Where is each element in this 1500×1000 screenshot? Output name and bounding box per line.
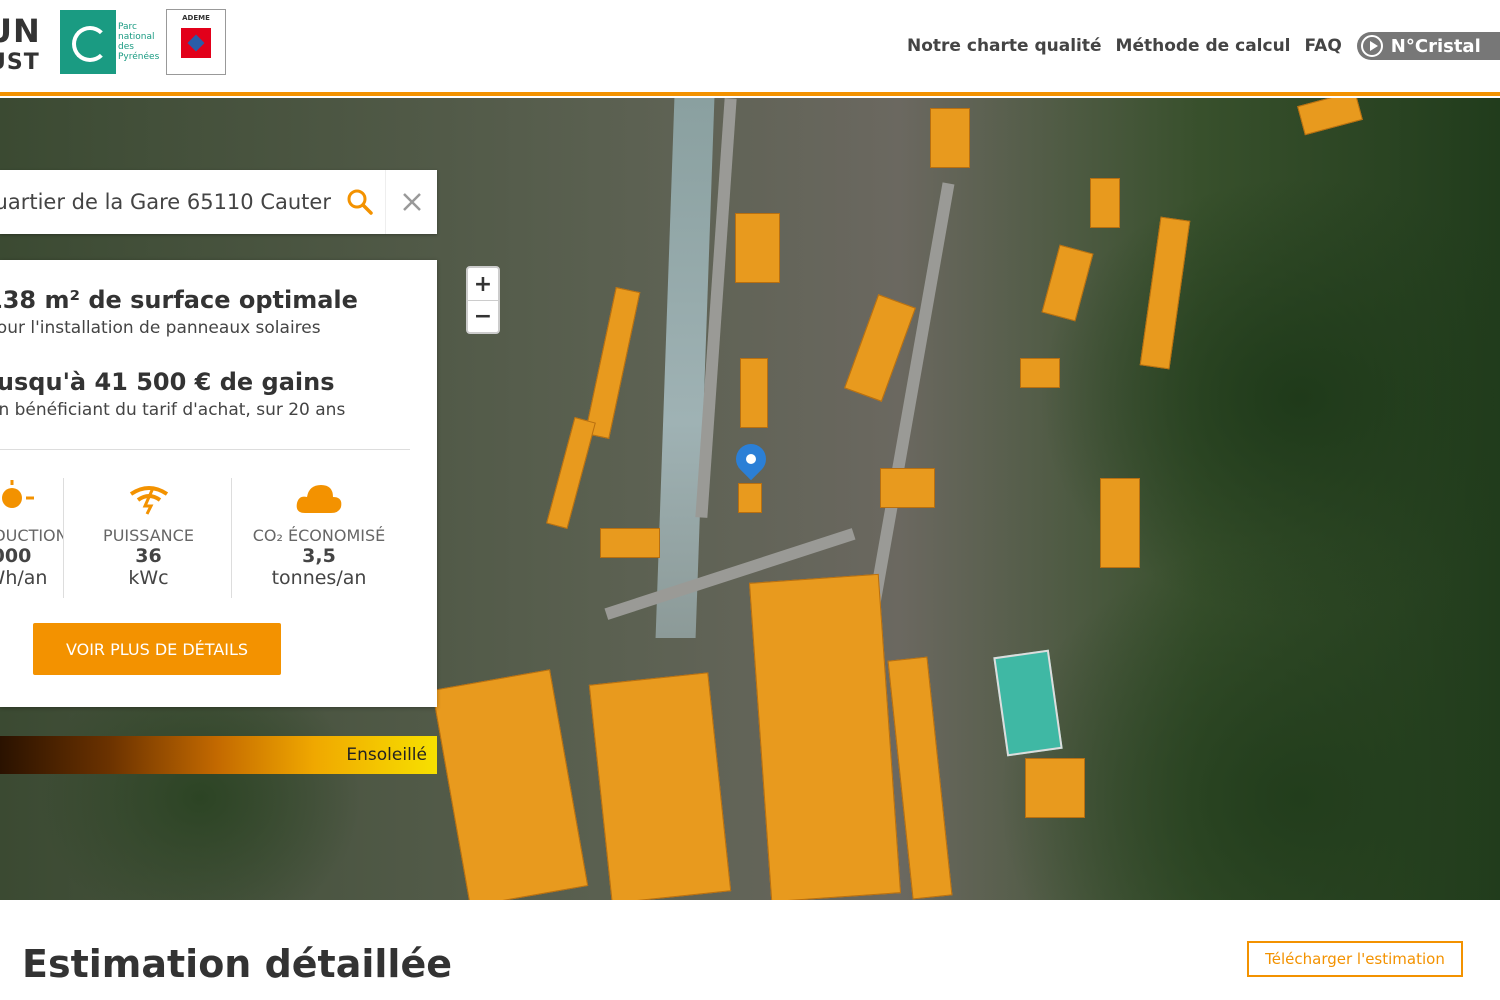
ncristal-button[interactable]: N°Cristal — [1356, 32, 1500, 60]
download-estimation-button[interactable]: Télécharger l'estimation — [1247, 941, 1463, 977]
sun-icon — [0, 478, 63, 518]
stat-unit: kWc — [128, 567, 169, 589]
roof — [588, 672, 732, 900]
stat-puissance: PUISSANCE 36 kWc — [66, 478, 232, 598]
brand-line-2: UST — [0, 50, 40, 75]
roof — [1297, 98, 1363, 136]
nav-charte-qualite[interactable]: Notre charte qualité — [907, 36, 1102, 56]
roof — [1139, 216, 1191, 370]
stat-label: PUISSANCE — [103, 526, 194, 545]
main-nav: Notre charte qualité Méthode de calcul F… — [900, 30, 1500, 62]
section-title: Estimation détaillée — [22, 942, 452, 986]
search-icon[interactable] — [335, 188, 385, 216]
stat-co2: CO₂ ÉCONOMISÉ 3,5 tonnes/an — [234, 478, 404, 598]
location-pin-icon[interactable] — [729, 437, 773, 481]
zoom-in-button[interactable]: + — [468, 268, 498, 300]
divider — [0, 449, 410, 450]
spiral-icon — [60, 10, 116, 74]
result-card: 138 m² de surface optimale pour l'instal… — [0, 260, 437, 707]
ademe-logo: ADEME — [166, 9, 226, 75]
address-search-input[interactable]: Quartier de la Gare 65110 Cauter — [0, 190, 335, 214]
roof — [930, 108, 970, 168]
nav-methode-calcul[interactable]: Méthode de calcul — [1116, 36, 1291, 56]
roof — [431, 669, 589, 900]
brand-line-1: UN — [0, 12, 41, 50]
zoom-control: + − — [466, 266, 500, 334]
legend-label: Ensoleillé — [346, 745, 427, 765]
stat-value: 36 — [135, 545, 162, 567]
parc-logo-text: Parc national des Pyrénées — [118, 22, 160, 62]
roof — [880, 468, 935, 508]
roof — [546, 417, 596, 529]
ncristal-label: N°Cristal — [1390, 35, 1481, 57]
surface-title: 138 m² de surface optimale — [0, 286, 358, 314]
stat-value: 000 — [0, 545, 32, 567]
stat-production: PRODUCTION 000 kWh/an — [0, 478, 64, 598]
power-icon — [66, 478, 231, 518]
roof — [1025, 758, 1085, 818]
roof — [584, 287, 641, 439]
stat-unit: kWh/an — [0, 567, 48, 589]
stat-label: CO₂ ÉCONOMISÉ — [252, 526, 386, 545]
roof — [1090, 178, 1120, 228]
zoom-out-button[interactable]: − — [468, 300, 498, 332]
roof — [738, 483, 762, 513]
gains-title: Jusqu'à 41 500 € de gains — [0, 368, 335, 396]
roof — [1020, 358, 1060, 388]
roof — [735, 213, 780, 283]
ademe-emblem-icon — [181, 28, 211, 58]
parc-national-logo: Parc national des Pyrénées — [60, 10, 166, 74]
ademe-logo-text: ADEME — [182, 14, 210, 22]
gains-subtitle: en bénéficiant du tarif d'achat, sur 20 … — [0, 400, 346, 420]
close-icon[interactable] — [385, 170, 437, 234]
voir-details-button[interactable]: VOIR PLUS DE DÉTAILS — [33, 623, 281, 675]
sunshine-legend: Ensoleillé — [0, 736, 437, 774]
stat-unit: tonnes/an — [271, 567, 367, 589]
roof — [1100, 478, 1140, 568]
roof — [740, 358, 768, 428]
address-search-bar: Quartier de la Gare 65110 Cauter — [0, 170, 437, 234]
stat-label: PRODUCTION — [0, 526, 64, 545]
site-header: UN UST Parc national des Pyrénées ADEME … — [0, 0, 1500, 96]
roof — [748, 573, 902, 900]
stat-value: 3,5 — [302, 545, 336, 567]
play-icon — [1360, 35, 1383, 57]
cloud-icon — [234, 478, 404, 518]
nav-faq[interactable]: FAQ — [1305, 36, 1342, 56]
roof — [844, 294, 916, 402]
roof — [600, 528, 660, 558]
swimming-pool — [993, 649, 1063, 757]
brand-logo[interactable]: UN UST — [0, 10, 60, 80]
surface-subtitle: pour l'installation de panneaux solaires — [0, 318, 321, 338]
roof — [1041, 244, 1094, 322]
